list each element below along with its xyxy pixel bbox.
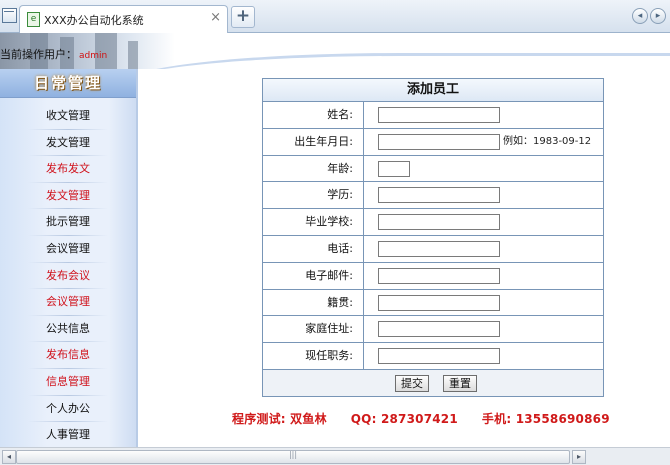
position-label: 现任职务: bbox=[305, 349, 353, 363]
sidebar-item-publish-doc[interactable]: 发布发文 bbox=[0, 156, 136, 183]
form-row-name: 姓名: bbox=[263, 102, 603, 129]
page-favicon-icon: e bbox=[27, 12, 40, 27]
sidebar-item-personal-office[interactable]: 个人办公 bbox=[0, 396, 136, 423]
sidebar: 日常管理 收文管理 发文管理 发布发文 发文管理 批示管理 会议管理 发布会议 … bbox=[0, 69, 138, 449]
name-label: 姓名: bbox=[327, 108, 353, 121]
birthday-input[interactable] bbox=[378, 133, 500, 150]
form-row-position: 现任职务: bbox=[263, 343, 603, 370]
sidebar-item-hr-management[interactable]: 人事管理 bbox=[0, 422, 136, 449]
reset-button[interactable]: 重置 bbox=[443, 374, 477, 392]
scroll-left-icon[interactable]: ◂ bbox=[2, 450, 16, 464]
phone-input[interactable] bbox=[378, 240, 500, 257]
education-label: 学历: bbox=[327, 188, 353, 202]
form-row-phone: 电话: bbox=[263, 235, 603, 263]
birthday-label: 出生年月日: bbox=[294, 134, 353, 148]
email-label: 电子邮件: bbox=[305, 268, 353, 282]
sidebar-menu: 收文管理 发文管理 发布发文 发文管理 批示管理 会议管理 发布会议 会议管理 … bbox=[0, 103, 136, 449]
form-row-birthday: 出生年月日: 例如：1983-09-12 bbox=[263, 128, 603, 156]
position-input[interactable] bbox=[378, 348, 500, 365]
form-row-address: 家庭住址: bbox=[263, 316, 603, 344]
address-label: 家庭住址: bbox=[305, 322, 353, 336]
form-row-hometown: 籍贯: bbox=[263, 289, 603, 317]
sidebar-item-info-management[interactable]: 信息管理 bbox=[0, 369, 136, 396]
horizontal-scrollbar[interactable]: ◂ ▸ bbox=[0, 447, 670, 465]
sidebar-title: 日常管理 bbox=[0, 69, 136, 98]
back-icon[interactable]: ◂ bbox=[632, 8, 648, 24]
footer-qq: QQ: 287307421 bbox=[350, 412, 458, 426]
sidebar-item-receive-docs[interactable]: 收文管理 bbox=[0, 103, 136, 130]
close-tab-icon[interactable]: × bbox=[210, 10, 221, 25]
form-row-age: 年龄: bbox=[263, 155, 603, 183]
age-input[interactable] bbox=[378, 160, 410, 177]
window-menu-icon[interactable] bbox=[2, 8, 17, 23]
hometown-label: 籍贯: bbox=[327, 295, 353, 309]
sidebar-item-publish-info[interactable]: 发布信息 bbox=[0, 342, 136, 369]
scroll-right-icon[interactable]: ▸ bbox=[572, 450, 586, 464]
form-button-row: 提交 重置 bbox=[263, 369, 603, 396]
form-row-email: 电子邮件: bbox=[263, 262, 603, 290]
email-input[interactable] bbox=[378, 267, 500, 284]
current-user-name: admin bbox=[79, 51, 108, 61]
forward-icon[interactable]: ▸ bbox=[650, 8, 666, 24]
name-input[interactable] bbox=[378, 107, 500, 123]
current-user-info: 当前操作用户： admin bbox=[0, 46, 107, 62]
address-input[interactable] bbox=[378, 321, 500, 338]
submit-button[interactable]: 提交 bbox=[395, 374, 429, 392]
sidebar-item-meetings[interactable]: 会议管理 bbox=[0, 236, 136, 263]
birthday-hint: 例如：1983-09-12 bbox=[503, 135, 592, 147]
school-input[interactable] bbox=[378, 214, 500, 231]
school-label: 毕业学校: bbox=[305, 215, 353, 229]
sidebar-item-doc-management[interactable]: 发文管理 bbox=[0, 183, 136, 210]
tab-title: XXX办公自动化系统 bbox=[44, 14, 144, 27]
hometown-input[interactable] bbox=[378, 294, 500, 311]
sidebar-item-meeting-management[interactable]: 会议管理 bbox=[0, 289, 136, 316]
header-banner: 当前操作用户： admin bbox=[0, 33, 670, 69]
current-user-label: 当前操作用户： bbox=[0, 48, 77, 61]
sidebar-item-send-docs[interactable]: 发文管理 bbox=[0, 130, 136, 157]
add-employee-form: 添加员工 姓名: 出生年月日: 例如：1983-09-12 年龄: 学历: 毕业… bbox=[262, 78, 604, 397]
browser-tab[interactable]: e XXX办公自动化系统 × bbox=[19, 5, 228, 33]
form-row-education: 学历: bbox=[263, 182, 603, 210]
footer-tester: 程序测试: 双鱼林 bbox=[232, 412, 327, 426]
sidebar-item-instructions[interactable]: 批示管理 bbox=[0, 209, 136, 236]
browser-tab-bar: e XXX办公自动化系统 × + ◂ ▸ bbox=[0, 0, 670, 33]
sidebar-item-public-info[interactable]: 公共信息 bbox=[0, 316, 136, 343]
scrollbar-thumb[interactable] bbox=[16, 450, 570, 464]
form-row-school: 毕业学校: bbox=[263, 209, 603, 236]
phone-label: 电话: bbox=[327, 241, 353, 255]
footer-info: 程序测试: 双鱼林 QQ: 287307421 手机: 13558690869 bbox=[232, 410, 634, 427]
age-label: 年龄: bbox=[327, 161, 353, 175]
banner-curve-decoration bbox=[120, 53, 670, 69]
form-title: 添加员工 bbox=[263, 79, 603, 102]
sidebar-item-publish-meeting[interactable]: 发布会议 bbox=[0, 263, 136, 290]
new-tab-button[interactable]: + bbox=[231, 6, 255, 28]
education-input[interactable] bbox=[378, 187, 500, 204]
footer-phone: 手机: 13558690869 bbox=[481, 412, 610, 426]
